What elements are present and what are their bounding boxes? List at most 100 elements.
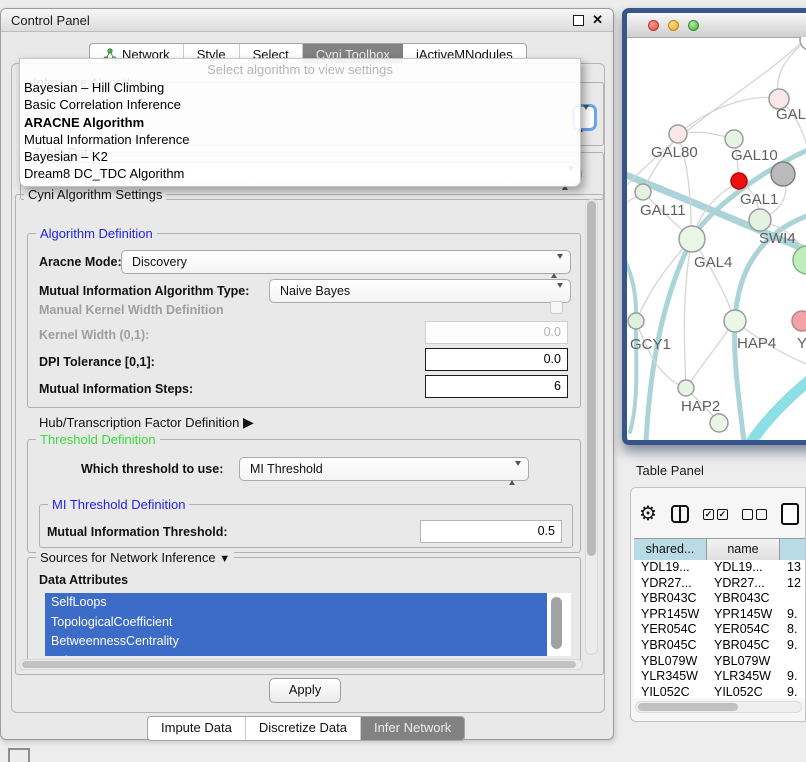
collapse-triangle-icon[interactable]: ▼ <box>219 553 230 565</box>
table-row[interactable]: YDR27...YDR27...12 <box>634 576 805 592</box>
mi-algorithm-type-value: Naive Bayes <box>280 284 350 298</box>
new-table-icon[interactable] <box>781 503 799 525</box>
attribute-list-scrollbar-thumb[interactable] <box>551 597 562 649</box>
algorithm-option-bayesian-k2[interactable]: Bayesian – K2 <box>24 148 576 165</box>
apply-button[interactable]: Apply <box>269 678 341 703</box>
table-horizontal-scrollbar-thumb[interactable] <box>638 703 738 711</box>
table-cell <box>780 591 805 607</box>
table-horizontal-scrollbar <box>635 701 802 713</box>
dpi-tolerance-label: DPI Tolerance [0,1]: <box>39 355 155 369</box>
network-node[interactable] <box>749 209 771 231</box>
network-canvas[interactable]: GALGAL80GAL10GAL1GAL11SWI4GAL4GCY1HAP4YH… <box>627 37 806 440</box>
data-attributes-list: SelfLoopsTopologicalCoefficientBetweenne… <box>45 593 571 656</box>
node-label-hap2: HAP2 <box>681 398 720 415</box>
network-node[interactable] <box>678 380 694 396</box>
deselect-all-columns-icon[interactable] <box>742 509 767 520</box>
table-cell: YDL19... <box>634 560 707 576</box>
column-header-name[interactable]: name <box>707 539 780 561</box>
manual-kernel-width-checkbox[interactable] <box>550 301 563 314</box>
table-rows: YDL19...YDL19...13YDR27...YDR27...12YBR0… <box>634 560 805 698</box>
attribute-item-topologicalcoefficient[interactable]: TopologicalCoefficient <box>45 613 547 633</box>
panel-title: Control Panel <box>11 13 90 28</box>
hub-definition-expander[interactable]: Hub/Transcription Factor Definition ▶ <box>39 414 254 431</box>
table-cell: YIL052C <box>707 685 780 698</box>
bottom-tabs: Impute Data Discretize Data Infer Network <box>147 716 465 741</box>
table-row[interactable]: YPR145WYPR145W9. <box>634 607 805 623</box>
algorithm-definition-legend: Algorithm Definition <box>36 226 157 241</box>
settings-vertical-scrollbar-thumb[interactable] <box>587 201 596 556</box>
network-node[interactable] <box>725 130 743 148</box>
network-node[interactable] <box>724 310 746 332</box>
columns-icon[interactable] <box>671 505 689 523</box>
tab-discretize-data[interactable]: Discretize Data <box>246 717 361 740</box>
algorithm-option-aracne-algorithm[interactable]: ARACNE Algorithm <box>24 114 576 131</box>
select-all-columns-icon[interactable]: ✓✓ <box>703 509 728 520</box>
dpi-tolerance-field[interactable]: 0.0 <box>425 348 568 371</box>
network-node[interactable] <box>731 173 747 189</box>
settings-vertical-scrollbar <box>585 199 598 655</box>
expand-triangle-icon[interactable]: ▶ <box>243 414 254 430</box>
attribute-item-betweennesscentrality[interactable]: BetweennessCentrality <box>45 632 547 652</box>
network-node[interactable] <box>710 414 728 432</box>
column-header-shared[interactable]: shared... <box>634 539 707 561</box>
attribute-item-gal4rgexp[interactable]: gal4RGexp <box>45 652 547 657</box>
settings-horizontal-scrollbar-thumb[interactable] <box>22 661 576 668</box>
sources-legend[interactable]: Sources for Network Inference ▼ <box>36 550 234 565</box>
network-node[interactable] <box>669 125 687 143</box>
network-node[interactable] <box>635 184 651 200</box>
mi-algorithm-type-combobox[interactable]: Naive Bayes <box>269 279 571 303</box>
which-threshold-value: MI Threshold <box>250 462 323 476</box>
table-row[interactable]: YBR043CYBR043C <box>634 591 805 607</box>
algorithm-dropdown-popup: Select algorithm to view settings Bayesi… <box>19 58 581 187</box>
table-row[interactable]: YDL19...YDL19...13 <box>634 560 805 576</box>
attribute-item-selfloops[interactable]: SelfLoops <box>45 593 547 613</box>
mi-threshold-field[interactable]: 0.5 <box>420 520 562 543</box>
zoom-traffic-light[interactable] <box>688 20 699 31</box>
network-node[interactable] <box>800 37 806 50</box>
kernel-width-field[interactable]: 0.0 <box>425 321 568 344</box>
network-node[interactable] <box>793 246 806 274</box>
table-row[interactable]: YIL052CYIL052C9. <box>634 685 805 698</box>
aracne-mode-combobox[interactable]: Discovery <box>121 250 571 274</box>
table-row[interactable]: YER054CYER054C8. <box>634 622 805 638</box>
which-threshold-combobox[interactable]: MI Threshold <box>239 457 529 481</box>
algorithm-option-mutual-information-inference[interactable]: Mutual Information Inference <box>24 131 576 148</box>
table-row[interactable]: YBR045CYBR045C9. <box>634 638 805 654</box>
network-edge <box>686 321 735 388</box>
network-node[interactable] <box>679 226 705 252</box>
screen: Control Panel ✕ NetworkStyleSelectCyni T… <box>0 0 806 762</box>
tab-label: Infer Network <box>374 720 451 735</box>
algorithm-option-dream8-dc-tdc-algorithm[interactable]: Dream8 DC_TDC Algorithm <box>24 165 576 182</box>
table-cell: 9. <box>780 638 805 654</box>
float-window-icon[interactable] <box>573 15 584 26</box>
node-label-gal10: GAL10 <box>731 147 778 164</box>
tab-infer-network[interactable]: Infer Network <box>361 717 464 740</box>
network-node[interactable] <box>628 313 644 329</box>
mi-steps-field[interactable]: 6 <box>425 375 568 398</box>
algorithm-option-basic-correlation-inference[interactable]: Basic Correlation Inference <box>24 96 576 113</box>
tab-label: Impute Data <box>161 720 232 735</box>
sources-legend-label: Sources for Network Inference <box>40 550 216 565</box>
manual-kernel-width-label: Manual Kernel Width Definition <box>39 303 224 317</box>
node-label-gcy1: GCY1 <box>630 336 671 353</box>
column-header-2[interactable] <box>780 539 805 561</box>
close-icon[interactable]: ✕ <box>592 12 603 28</box>
table-row[interactable]: YBL079WYBL079W <box>634 654 805 670</box>
minimize-traffic-light[interactable] <box>668 20 679 31</box>
network-window-titlebar[interactable] <box>627 13 806 38</box>
network-node[interactable] <box>771 162 795 186</box>
control-panel-window: Control Panel ✕ NetworkStyleSelectCyni T… <box>0 8 614 740</box>
table-cell: 9. <box>780 607 805 623</box>
algorithm-placeholder: Select algorithm to view settings <box>20 62 580 77</box>
algorithm-option-bayesian-hill-climbing[interactable]: Bayesian – Hill Climbing <box>24 79 576 96</box>
minimized-panel-icon[interactable] <box>8 748 30 762</box>
network-edge <box>750 378 806 440</box>
close-traffic-light[interactable] <box>648 20 659 31</box>
tab-impute-data[interactable]: Impute Data <box>148 717 246 740</box>
table-cell: 9. <box>780 669 805 685</box>
gear-icon[interactable]: ⚙ <box>639 504 657 524</box>
table-row[interactable]: YLR345WYLR345W9. <box>634 669 805 685</box>
network-edge <box>692 239 735 321</box>
table-cell: YBR043C <box>634 591 707 607</box>
network-node[interactable] <box>792 311 806 331</box>
